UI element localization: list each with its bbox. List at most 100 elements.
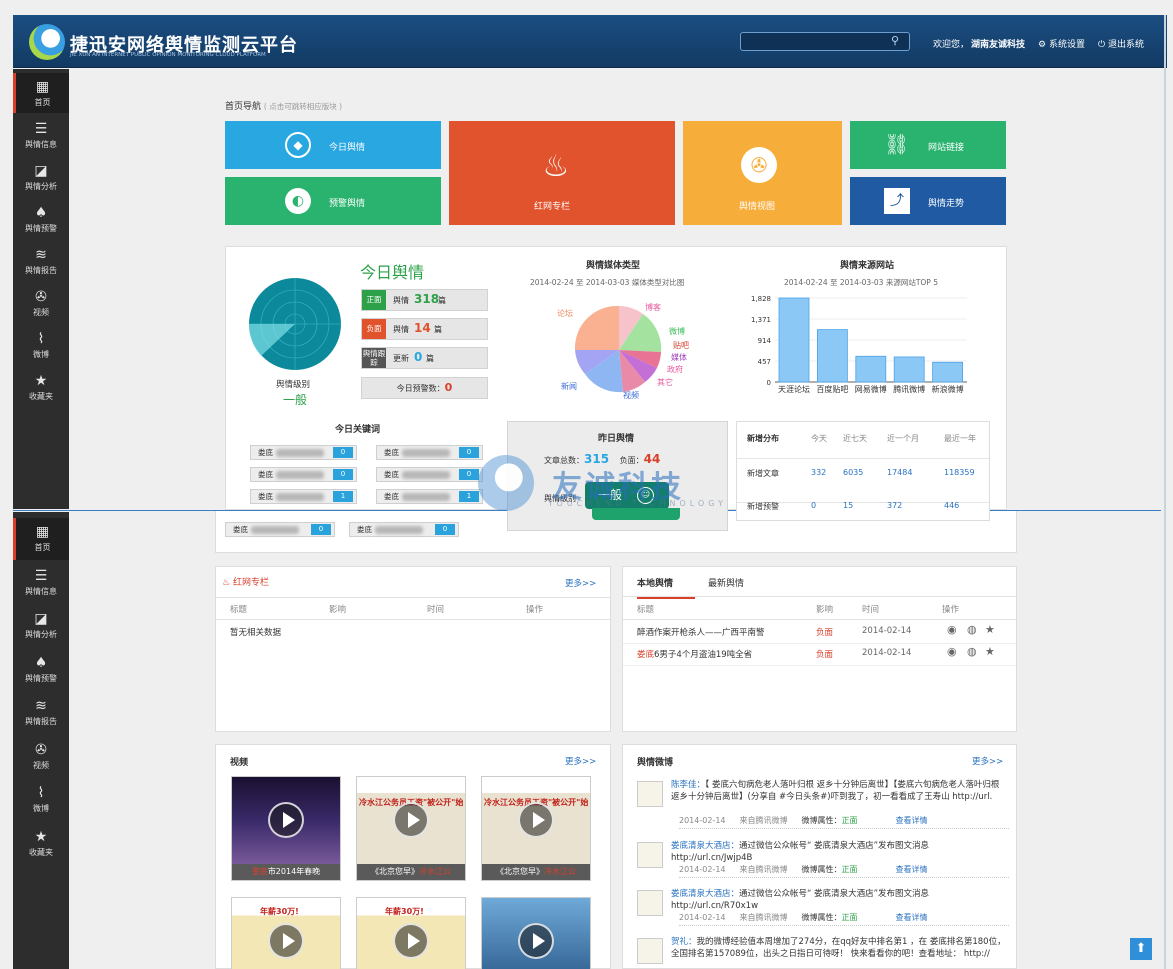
table-row[interactable]: 娄底6男子4个月盗油19吨全省 负面 2014-02-14 ◉ ◍ ★	[623, 644, 1016, 666]
yesterday-badge-lower	[592, 508, 680, 520]
newstats-header: 近七天	[843, 434, 867, 443]
stat-value: 0	[414, 350, 423, 364]
weibo-author: 娄底清泉大酒店：	[671, 889, 740, 899]
keyword-item[interactable]: 娄底 0	[250, 467, 357, 482]
weibo-more-link[interactable]: 更多>>	[972, 755, 1003, 767]
sidebar-item-7[interactable]: ★ 收藏夹	[13, 823, 69, 865]
sidebar-item-2[interactable]: ◪ 舆情分析	[13, 157, 69, 197]
y-tick-label: 457	[758, 358, 771, 366]
sidebar-item-6[interactable]: ⌇ 微博	[13, 779, 69, 821]
video-more-link[interactable]: 更多>>	[565, 755, 596, 767]
hotnet-th-impact: 影响	[329, 605, 347, 615]
sidebar-item-label: 微博	[33, 350, 49, 359]
logout-link[interactable]: ⏻ 退出系统	[1098, 37, 1144, 50]
keyword-item[interactable]: 娄底 0	[376, 467, 483, 482]
bar-3	[893, 356, 925, 383]
weibo-item[interactable]: 娄底清泉大酒店：通过微信公众帐号“ 娄底清泉大酒店”发布图文消息 http://…	[637, 840, 1009, 878]
sidebar-item-2[interactable]: ◪ 舆情分析	[13, 605, 69, 647]
video-thumb[interactable]: 娄底市2014年春晚	[231, 776, 341, 881]
newstats-value[interactable]: 372	[887, 501, 902, 510]
weibo-item[interactable]: 陈李佳：【 娄底六旬病危老人落叶归根 返乡十分钟后离世】【娄底六旬病危老人落叶归…	[637, 779, 1009, 829]
flame-icon: ♨	[542, 149, 570, 184]
video-thumb[interactable]: 年薪30万!	[356, 897, 466, 969]
weibo-detail-link: 查看详情	[895, 913, 928, 922]
sidebar-item-4[interactable]: ≋ 舆情报告	[13, 241, 69, 281]
keyword-item[interactable]: 娄底 0	[250, 445, 357, 460]
tile-today[interactable]: ◆ 今日舆情	[225, 121, 441, 169]
keyword-item[interactable]: 娄底 1	[376, 489, 483, 504]
sidebar-item-1[interactable]: ☰ 舆情信息	[13, 115, 69, 155]
sidebar-item-1[interactable]: ☰ 舆情信息	[13, 562, 69, 604]
sidebar-item-7[interactable]: ★ 收藏夹	[13, 367, 69, 407]
tile-links[interactable]: ⛓ 网站链接	[850, 121, 1006, 169]
search-icon[interactable]: ⚲	[891, 34, 899, 47]
play-icon	[268, 802, 304, 838]
flame-icon: ♨	[222, 578, 231, 588]
video-thumb[interactable]: 年薪30万!	[231, 897, 341, 969]
bell-icon: ♠	[34, 654, 48, 671]
hotnet-more-link[interactable]: 更多>>	[565, 577, 596, 589]
stat-row-1[interactable]: 负面 舆情 14 篇	[361, 318, 488, 340]
tile-trend[interactable]: ⤴ 舆情走势	[850, 177, 1006, 225]
newstats-row-label: 新增文章	[747, 469, 779, 478]
settings-link[interactable]: ⚙ 系统设置	[1038, 37, 1085, 50]
local-th-title: 标题	[637, 605, 655, 615]
tile-video[interactable]: ✇ 舆情视图	[683, 121, 842, 225]
tab-latest[interactable]: 最新舆情	[708, 576, 744, 589]
newstats-value[interactable]: 15	[843, 501, 853, 510]
sidebar-item-6[interactable]: ⌇ 微博	[13, 325, 69, 365]
keyword-count: 0	[459, 447, 479, 458]
weibo-source: 来自腾讯微博	[739, 913, 788, 922]
newstats-value[interactable]: 332	[811, 468, 826, 477]
table-row[interactable]: 醉酒作案开枪杀人——广西平南警 负面 2014-02-14 ◉ ◍ ★	[623, 622, 1016, 644]
video-caption: 《北京您早》冷水江公	[482, 864, 590, 880]
star-icon: ★	[34, 373, 48, 389]
video-tag: 年薪30万!	[260, 907, 299, 916]
newstats-value[interactable]: 6035	[843, 468, 863, 477]
video-tag: 年薪30万!	[385, 907, 424, 916]
sidebar-item-5[interactable]: ✇ 视频	[13, 283, 69, 323]
keyword-item[interactable]: 娄底 1	[250, 489, 357, 504]
tile-hotnet[interactable]: ♨ 红网专栏	[449, 121, 675, 225]
video-thumb[interactable]: 冷水江公务员工资"被公开"始末《北京您早》冷水江公	[481, 776, 591, 881]
keyword-item[interactable]: 娄底 0	[376, 445, 483, 460]
page-scrollbar[interactable]	[1164, 15, 1166, 969]
level-value: 一般	[283, 393, 308, 407]
weibo-text: 【 娄底六旬病危老人落叶归根 返乡十分钟后离世】【娄底六旬病危老人落叶归根 返乡…	[671, 780, 1000, 802]
logo-icon	[29, 24, 65, 60]
stat-row-2[interactable]: 舆情跟踪 更新 0 篇	[361, 347, 488, 369]
newstats-value[interactable]: 118359	[944, 468, 975, 477]
sidebar-item-label: 首页	[34, 98, 51, 107]
weibo-item[interactable]: 娄底清泉大酒店：通过微信公众帐号“ 娄底清泉大酒店”发布图文消息 http://…	[637, 888, 1009, 926]
newstats-value[interactable]: 17484	[887, 468, 912, 477]
weibo-detail-link: 查看详情	[895, 865, 928, 874]
layers-icon: ≋	[35, 247, 47, 263]
video-thumb[interactable]: 冷水江公务员工资"被公开"始末《北京您早》冷水江公	[356, 776, 466, 881]
sidebar-item-3[interactable]: ♠ 舆情预警	[13, 199, 69, 239]
weibo-source: 来自腾讯微博	[739, 816, 788, 825]
video-caption: 娄底市2014年春晚	[232, 864, 340, 880]
video-thumb[interactable]	[481, 897, 591, 969]
pie-label-luntan: 论坛	[557, 308, 573, 318]
newstats-value[interactable]: 446	[944, 501, 959, 510]
yesterday-title: 昨日舆情	[598, 434, 635, 444]
sidebar-item-0[interactable]: ▦ 首页	[13, 518, 69, 560]
level-label: 舆情级别	[276, 380, 311, 390]
sidebar-item-label: 舆情报告	[25, 717, 57, 726]
tile-warning[interactable]: ◐ 预警舆情	[225, 177, 441, 225]
star-icon: ★	[985, 645, 995, 658]
sidebar-item-4[interactable]: ≋ 舆情报告	[13, 692, 69, 734]
sidebar-item-5[interactable]: ✇ 视频	[13, 736, 69, 778]
keyword-item[interactable]: 娄底 0	[349, 522, 459, 537]
warn-count[interactable]: 今日预警数：0	[361, 377, 488, 399]
stat-row-0[interactable]: 正面 舆情 318 篇	[361, 289, 488, 311]
back-to-top-button[interactable]: ⬆	[1130, 938, 1152, 960]
sidebar-item-label: 舆情分析	[25, 630, 57, 639]
keyword-item[interactable]: 娄底 0	[225, 522, 335, 537]
sidebar-item-0[interactable]: ▦ 首页	[13, 73, 69, 113]
search-input[interactable]	[740, 32, 910, 51]
sidebar-item-label: 舆情预警	[25, 673, 57, 683]
weibo-item[interactable]: 贺礼：我的微博经验值本周增加了274分，在qq好友中排名第1 ，在 娄底排名第1…	[637, 936, 1007, 964]
sidebar-item-3[interactable]: ♠ 舆情预警	[13, 649, 69, 691]
newstats-value[interactable]: 0	[811, 501, 816, 510]
